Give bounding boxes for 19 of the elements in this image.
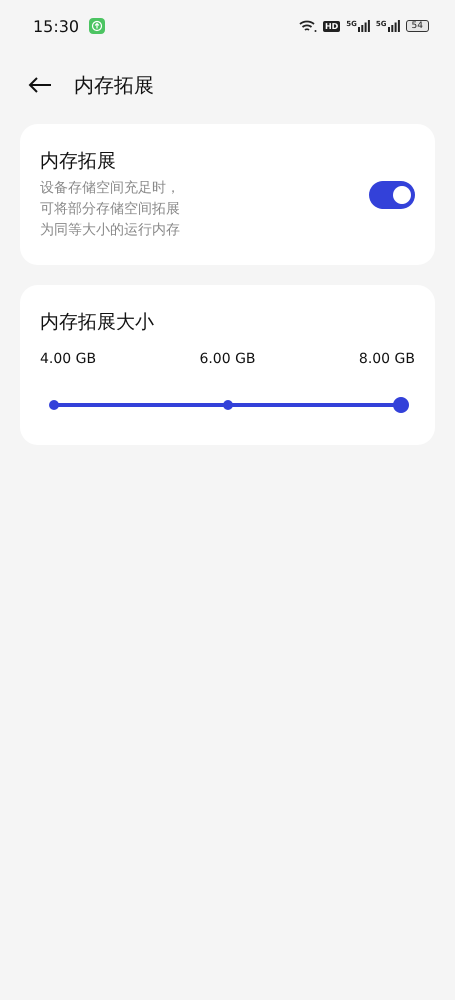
setting-description: 设备存储空间充足时，可将部分存储空间拓展为同等大小的运行内存	[40, 179, 181, 240]
signal-icon	[388, 20, 400, 32]
status-time: 15:30	[33, 16, 80, 36]
setting-title: 内存拓展	[40, 149, 117, 174]
app-notification-icon	[89, 18, 106, 34]
slider-stop-label: 6.00 GB	[199, 351, 256, 367]
slider-thumb[interactable]	[393, 397, 409, 413]
slider-stop-label: 4.00 GB	[40, 351, 96, 367]
page-title: 内存拓展	[74, 72, 154, 98]
battery-level: 54	[406, 20, 429, 32]
signal-icon	[358, 20, 370, 32]
setting-title: 内存拓展大小	[40, 311, 154, 333]
slider-stop-dot	[49, 400, 59, 410]
slider-stop-label: 8.00 GB	[358, 351, 415, 367]
slider-stop-dot	[222, 400, 232, 410]
wifi-icon	[298, 19, 317, 33]
toggle-switch[interactable]	[369, 180, 415, 208]
hd-badge: HD	[322, 20, 340, 32]
back-arrow-icon[interactable]	[28, 76, 52, 94]
